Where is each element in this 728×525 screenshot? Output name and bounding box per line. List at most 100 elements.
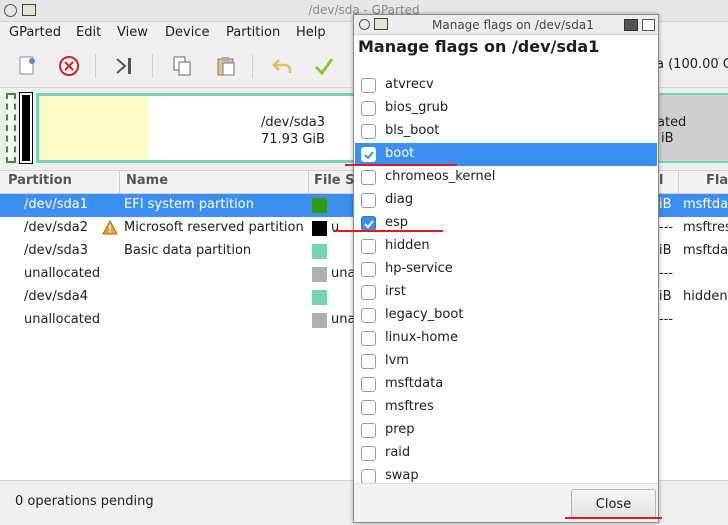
col-flags[interactable]: Fla — [706, 173, 728, 188]
apply-button[interactable] — [310, 52, 338, 80]
flag-item-linux-home[interactable]: linux-home — [355, 327, 657, 350]
flag-item-raid[interactable]: raid — [355, 442, 657, 465]
diskmap-sda2[interactable] — [19, 92, 33, 164]
diskmap-sda1[interactable] — [6, 93, 16, 163]
flag-label: chromeos_kernel — [385, 169, 496, 184]
flag-item-boot[interactable]: boot — [355, 143, 657, 166]
delete-partition-button[interactable] — [55, 52, 83, 80]
flag-checkbox[interactable] — [361, 308, 376, 323]
flag-checkbox[interactable] — [361, 469, 376, 484]
flag-label: bls_boot — [385, 123, 440, 138]
diskmap-sda3[interactable]: /dev/sda3 71.93 GiB — [36, 93, 366, 163]
warning-icon — [102, 220, 118, 235]
flag-checkbox[interactable] — [361, 216, 376, 231]
flag-item-bios_grub[interactable]: bios_grub — [355, 97, 657, 120]
flag-item-prep[interactable]: prep — [355, 419, 657, 442]
menu-edit[interactable]: Edit — [76, 25, 101, 40]
delete-icon — [59, 56, 79, 76]
flag-item-hp-service[interactable]: hp-service — [355, 258, 657, 281]
flag-label: raid — [385, 445, 411, 460]
flag-checkbox[interactable] — [361, 78, 376, 93]
diskmap-sda3-name: /dev/sda3 — [261, 115, 325, 130]
diskmap-right-line1: ated — [657, 115, 687, 130]
flag-item-lvm[interactable]: lvm — [355, 350, 657, 373]
flag-checkbox[interactable] — [361, 377, 376, 392]
flag-item-bls_boot[interactable]: bls_boot — [355, 120, 657, 143]
flag-checkbox[interactable] — [361, 423, 376, 438]
filesystem-color-swatch — [312, 198, 327, 213]
cell-size: --- — [659, 266, 674, 281]
menu-partition[interactable]: Partition — [226, 25, 280, 40]
new-partition-button[interactable] — [13, 52, 41, 80]
close-icon[interactable] — [642, 19, 655, 31]
cell-filesystem: una — [331, 266, 356, 281]
cell-size: iB — [659, 197, 672, 212]
flag-label: hp-service — [385, 261, 453, 276]
dialog-menu-icon[interactable] — [359, 19, 370, 30]
operations-pending-text: 0 operations pending — [15, 494, 154, 509]
flag-item-msftres[interactable]: msftres — [355, 396, 657, 419]
manage-flags-dialog: Manage flags on /dev/sda1 Manage flags o… — [353, 14, 659, 523]
copy-button[interactable] — [168, 52, 196, 80]
col-size[interactable]: l — [659, 173, 663, 188]
annotation-underline-esp — [333, 230, 443, 232]
check-icon — [364, 220, 374, 229]
flag-checkbox[interactable] — [361, 331, 376, 346]
cell-partition: /dev/sda2 — [24, 220, 88, 235]
flag-checkbox[interactable] — [361, 147, 376, 162]
paste-button[interactable] — [212, 52, 240, 80]
cell-size: iB — [659, 289, 672, 304]
diskmap-sda3-used — [39, 96, 149, 160]
menu-gparted[interactable]: GParted — [9, 25, 61, 40]
flag-item-hidden[interactable]: hidden — [355, 235, 657, 258]
flag-checkbox[interactable] — [361, 446, 376, 461]
flag-checkbox[interactable] — [361, 170, 376, 185]
check-icon — [364, 151, 374, 160]
menu-help[interactable]: Help — [296, 25, 326, 40]
filesystem-color-swatch — [312, 221, 327, 236]
flag-item-legacy_boot[interactable]: legacy_boot — [355, 304, 657, 327]
diskmap-sda3-size: 71.93 GiB — [261, 132, 325, 147]
flag-item-msftdata[interactable]: msftdata — [355, 373, 657, 396]
flag-checkbox[interactable] — [361, 400, 376, 415]
minimize-icon[interactable] — [624, 19, 638, 31]
flag-checkbox[interactable] — [361, 101, 376, 116]
copy-icon — [173, 56, 191, 76]
cell-size: iB — [659, 243, 672, 258]
cell-filesystem: una — [331, 312, 356, 327]
cell-partition: /dev/sda3 — [24, 243, 88, 258]
cell-size: --- — [659, 312, 674, 327]
flag-checkbox[interactable] — [361, 239, 376, 254]
cell-flags: msftda — [683, 243, 728, 258]
close-button[interactable]: Close — [571, 489, 656, 519]
menu-view[interactable]: View — [117, 25, 148, 40]
flag-label: bios_grub — [385, 100, 449, 115]
cell-partition: unallocated — [24, 312, 101, 327]
flag-label: swap — [385, 468, 419, 483]
flag-label: lvm — [385, 353, 409, 368]
flag-checkbox[interactable] — [361, 285, 376, 300]
flag-checkbox[interactable] — [361, 124, 376, 139]
flag-checkbox[interactable] — [361, 354, 376, 369]
dialog-title: Manage flags on /dev/sda1 — [432, 18, 594, 32]
flag-label: diag — [385, 192, 414, 207]
cell-name: EFI system partition — [124, 197, 254, 212]
flag-item-diag[interactable]: diag — [355, 189, 657, 212]
undo-button[interactable] — [268, 52, 296, 80]
flag-item-chromeos_kernel[interactable]: chromeos_kernel — [355, 166, 657, 189]
filesystem-color-swatch — [312, 244, 327, 259]
diskmap-unallocated[interactable]: ated iB — [655, 93, 728, 163]
flag-checkbox[interactable] — [361, 262, 376, 277]
flag-item-irst[interactable]: irst — [355, 281, 657, 304]
resize-move-button[interactable] — [110, 52, 138, 80]
flag-item-atvrecv[interactable]: atvrecv — [355, 74, 657, 97]
device-size-label: a (100.00 G — [656, 57, 728, 72]
annotation-underline-boot — [345, 164, 457, 166]
col-name[interactable]: Name — [126, 173, 168, 188]
col-filesystem[interactable]: File S — [314, 173, 355, 188]
col-partition[interactable]: Partition — [8, 173, 72, 188]
flag-checkbox[interactable] — [361, 193, 376, 208]
flag-label: boot — [385, 146, 415, 161]
cell-filesystem: u — [331, 220, 340, 235]
menu-device[interactable]: Device — [165, 25, 209, 40]
